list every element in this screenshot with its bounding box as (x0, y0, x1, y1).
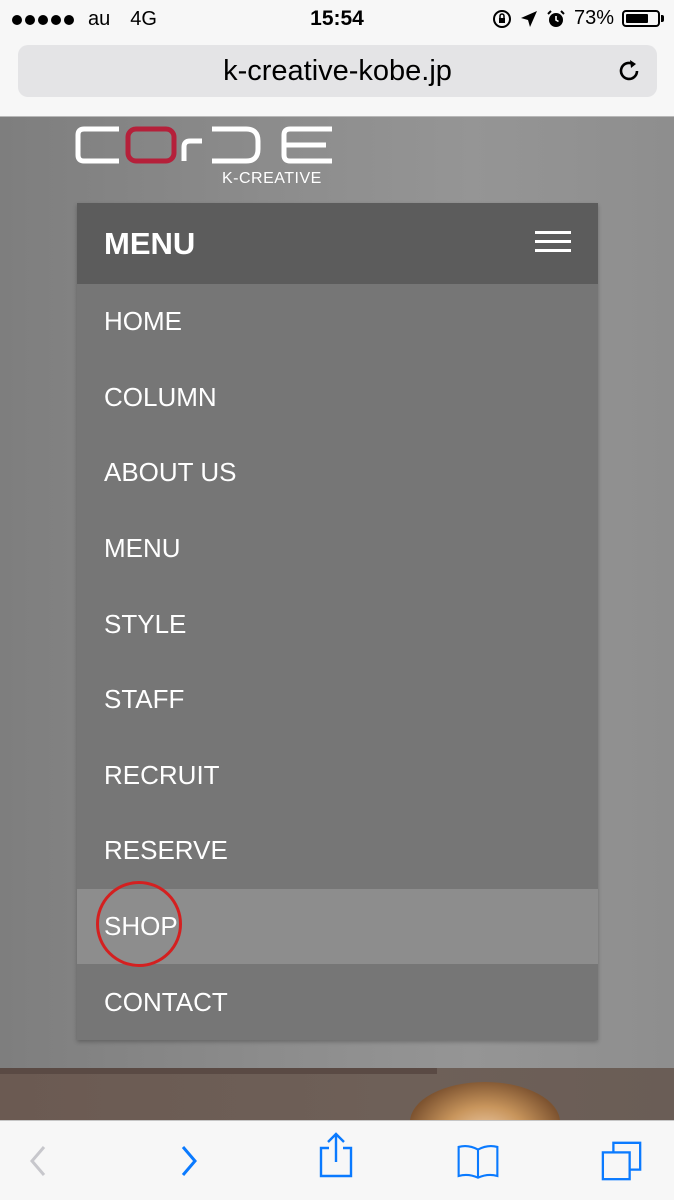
logo-subtitle: K-CREATIVE (222, 170, 322, 187)
menu-item-label: STAFF (104, 684, 185, 715)
tabs-button[interactable] (600, 1139, 644, 1183)
tabs-icon (601, 1141, 642, 1181)
browser-address-area: k-creative-kobe.jp (0, 38, 674, 117)
menu-item-reserve[interactable]: RESERVE (77, 813, 598, 889)
menu-item-about-us[interactable]: ABOUT US (77, 435, 598, 511)
menu-item-label: ABOUT US (104, 457, 237, 488)
reload-icon[interactable] (615, 57, 643, 85)
menu-item-label: MENU (104, 533, 181, 564)
hamburger-icon[interactable] (535, 231, 571, 255)
status-right: 73% (492, 7, 664, 30)
location-arrow-icon (520, 10, 537, 27)
menu-item-shop[interactable]: SHOP (77, 880, 598, 967)
browser-toolbar (0, 1120, 674, 1200)
battery-icon (622, 10, 664, 27)
forward-button[interactable] (167, 1139, 211, 1183)
navigation-menu: MENU HOME COLUMN ABOUT US MENU STYLE STAFF REC… (77, 203, 598, 1040)
web-page: K-CREATIVE MENU HOME COLUMN ABOUT US MENU ST… (0, 117, 674, 1120)
menu-item-recruit[interactable]: RECRUIT (77, 738, 598, 814)
menu-item-label: HOME (104, 306, 182, 337)
menu-item-label: COLUMN (104, 381, 217, 412)
menu-item-label: CONTACT (104, 986, 228, 1017)
back-button[interactable] (16, 1139, 60, 1183)
hero-image (0, 1068, 674, 1120)
menu-item-style[interactable]: STYLE (77, 586, 598, 662)
menu-item-label: STYLE (104, 608, 187, 639)
url-text: k-creative-kobe.jp (223, 54, 452, 87)
back-icon (30, 1146, 46, 1176)
bookmarks-icon (457, 1144, 499, 1179)
menu-item-contact[interactable]: CONTACT (77, 964, 598, 1040)
menu-item-staff[interactable]: STAFF (77, 662, 598, 738)
battery-percent: 73% (573, 7, 614, 29)
site-logo[interactable]: K-CREATIVE (74, 121, 344, 191)
status-bar: au 4G 15:54 73% (0, 0, 674, 38)
highlight-circle-annotation (96, 880, 182, 967)
menu-item-menu[interactable]: MENU (77, 511, 598, 587)
menu-header[interactable]: MENU (77, 203, 598, 284)
share-icon (319, 1132, 353, 1178)
address-bar[interactable]: k-creative-kobe.jp (18, 45, 657, 97)
bookmarks-button[interactable] (456, 1139, 500, 1183)
menu-list: HOME COLUMN ABOUT US MENU STYLE STAFF RECRUIT R… (77, 284, 598, 1040)
menu-item-column[interactable]: COLUMN (77, 360, 598, 436)
alarm-icon (547, 9, 565, 27)
menu-title: MENU (104, 225, 196, 261)
menu-item-label: RESERVE (104, 835, 228, 866)
hero-image-divider (0, 1068, 437, 1074)
share-button[interactable] (314, 1132, 358, 1178)
menu-item-label: RECRUIT (104, 759, 220, 790)
forward-icon (181, 1146, 197, 1176)
menu-item-home[interactable]: HOME (77, 284, 598, 360)
orientation-lock-icon (492, 9, 511, 28)
